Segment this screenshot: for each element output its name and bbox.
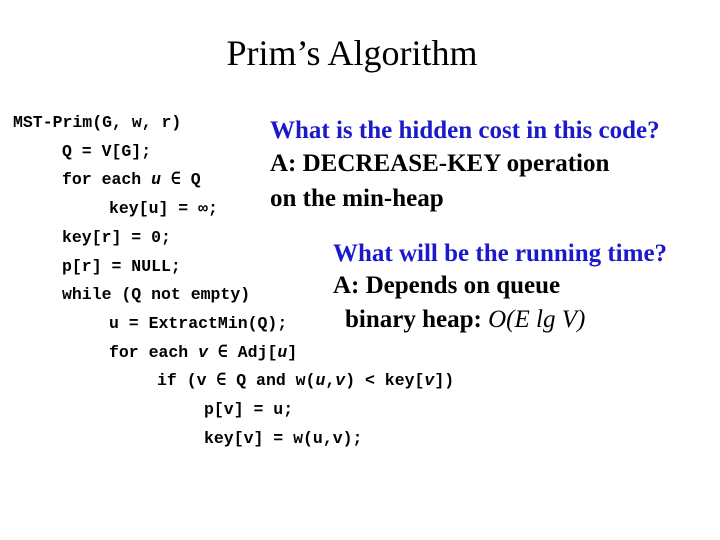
code-line: Q = V[G]; (62, 142, 151, 162)
binary-heap-complexity: O(E lg V) (488, 306, 586, 333)
code-token: ∈ Q (161, 170, 201, 190)
code-token: key[u] = ∞; (109, 199, 218, 219)
code-token: , (325, 371, 336, 391)
code-line: for each u ∈ Q (62, 170, 201, 190)
code-token: ]) (434, 371, 455, 391)
code-token: p[r] = NULL; (62, 256, 181, 276)
code-token: ] (287, 342, 298, 362)
answer-binary-heap: binary heap: O(E lg V) (345, 305, 585, 335)
answer-decrease-key: A: DECREASE-KEY operation (270, 150, 610, 177)
code-line: if (v ∈ Q and w(u,v) < key[v]) (157, 371, 454, 391)
code-token: key[r] = 0; (62, 227, 171, 247)
code-token: MST-Prim(G, w, r) (13, 113, 182, 132)
code-token: ∈ Adj[ (208, 342, 278, 362)
code-token: key[v] = w(u,v); (204, 428, 363, 448)
code-line: key[r] = 0; (62, 228, 171, 248)
code-line: key[v] = w(u,v); (204, 429, 362, 449)
code-line: for each v ∈ Adj[u] (109, 343, 297, 363)
code-line: u = ExtractMin(Q); (109, 314, 287, 334)
slide-title: Prim’s Algorithm (226, 33, 478, 73)
code-token: p[v] = u; (204, 400, 294, 419)
code-line: p[v] = u; (204, 400, 293, 420)
answer-depends-on-queue: A: Depends on queue (333, 272, 561, 299)
code-token: u = ExtractMin(Q); (109, 313, 288, 333)
answer-min-heap: on the min-heap (270, 185, 444, 212)
question-running-time: What will be the running time? (333, 240, 668, 267)
code-token: for each (62, 170, 152, 190)
binary-heap-label: binary heap: (345, 306, 489, 333)
question-hidden-cost: What is the hidden cost in this code? (270, 117, 660, 144)
code-line: p[r] = NULL; (62, 257, 181, 277)
code-line: while (Q not empty) (62, 285, 250, 305)
code-line: MST-Prim(G, w, r) (13, 113, 181, 133)
code-token: Q = V[G]; (62, 141, 152, 161)
code-line: key[u] = ∞; (109, 199, 218, 219)
code-token: if (v ∈ Q and w( (157, 371, 316, 391)
code-token: u (277, 342, 288, 362)
code-token: v (424, 371, 435, 391)
code-token: u (315, 371, 326, 391)
code-token: while (Q not empty) (62, 285, 251, 305)
code-token: v (335, 371, 346, 391)
code-token: v (198, 342, 209, 362)
code-token: u (151, 170, 162, 190)
code-token: for each (109, 342, 199, 362)
code-token: ) < key[ (345, 371, 425, 391)
